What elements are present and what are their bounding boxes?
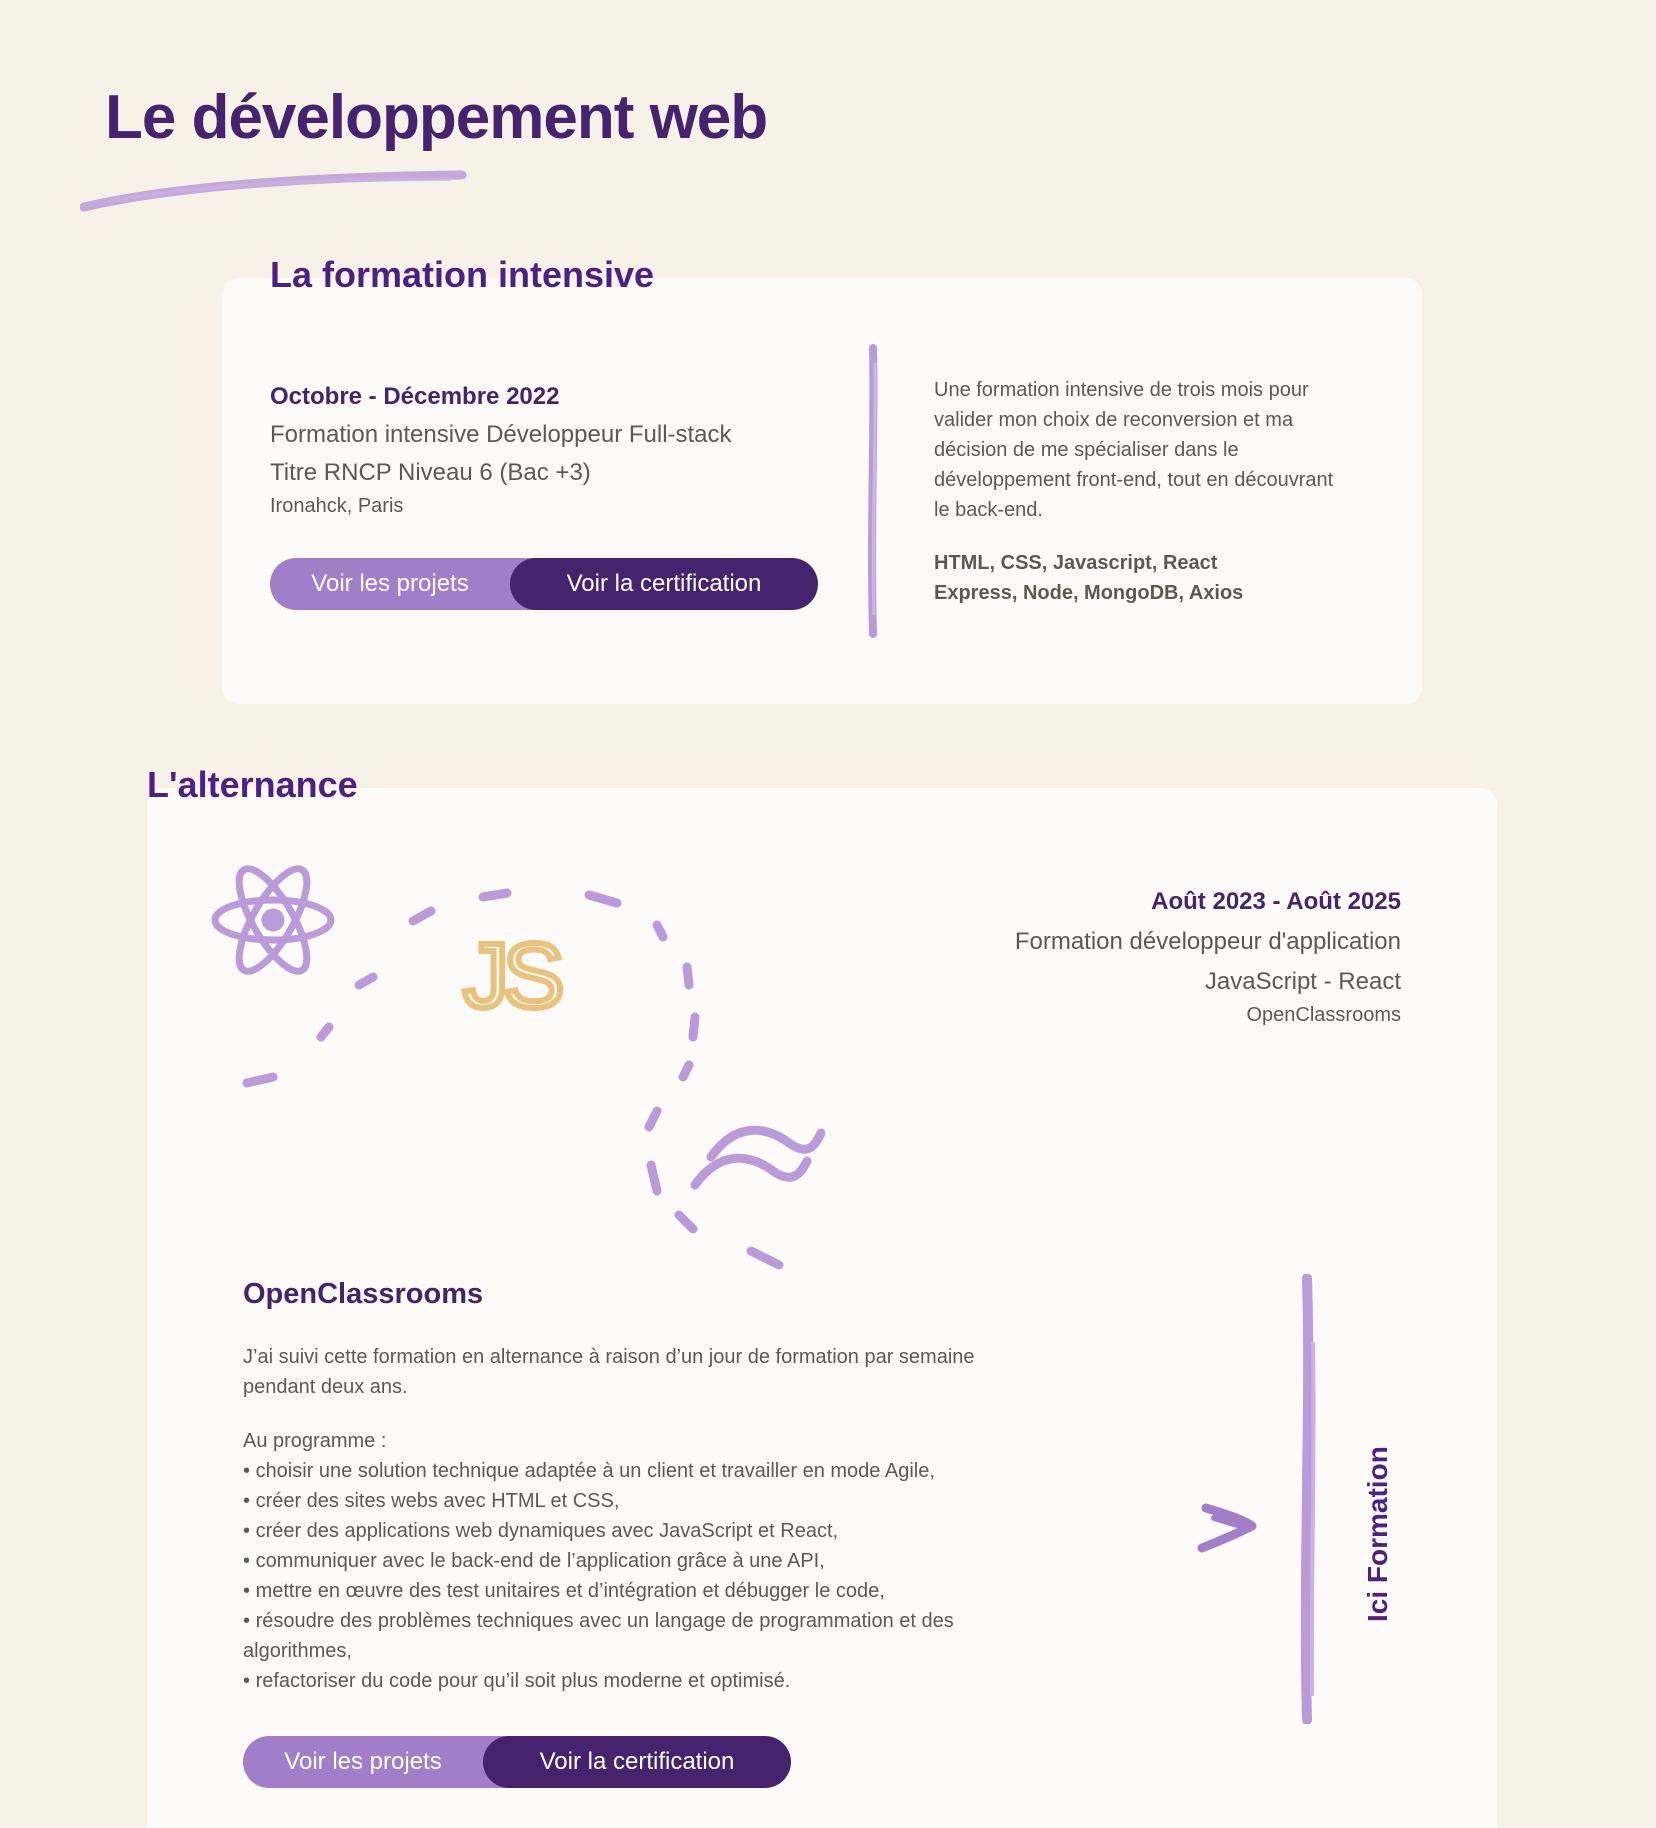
react-icon xyxy=(211,865,335,975)
alternance-description: J’ai suivi cette formation en alternance… xyxy=(243,1346,975,1398)
vertical-divider xyxy=(868,344,878,638)
formation-intensive-info: Octobre - Décembre 2022 Formation intens… xyxy=(270,383,732,518)
organization-title: OpenClassrooms xyxy=(243,1278,484,1310)
formation-period: Octobre - Décembre 2022 xyxy=(270,383,560,410)
tech-stack-line: HTML, CSS, Javascript, React xyxy=(934,552,1218,574)
programme-item: résoudre des problèmes techniques avec u… xyxy=(243,1606,1023,1666)
alternance-buttons: Voir les projets Voir la certification xyxy=(243,1736,791,1788)
programme-item: refactoriser du code pour qu’il soit plu… xyxy=(243,1666,1023,1696)
formation-school: Ironahck, Paris xyxy=(270,495,404,517)
programme: Au programme : choisir une solution tech… xyxy=(243,1426,1023,1696)
alternance-title: L'alternance xyxy=(147,764,358,805)
formation-diploma-name: Formation intensive Développeur Full-sta… xyxy=(270,421,732,448)
arrow-right-icon xyxy=(1197,1503,1257,1553)
formation-description: Une formation intensive de trois mois po… xyxy=(934,379,1334,521)
programme-item: créer des applications web dynamiques av… xyxy=(243,1516,1023,1546)
tech-stack-line: Express, Node, MongoDB, Axios xyxy=(934,582,1244,604)
tech-illustration: JS xyxy=(211,865,825,1270)
alternance-diploma-name: Formation développeur d'application xyxy=(1014,928,1401,955)
view-projects-button[interactable]: Voir les projets xyxy=(243,1736,513,1788)
formation-intensive-title: La formation intensive xyxy=(270,254,655,295)
view-certification-button[interactable]: Voir la certification xyxy=(510,558,818,610)
alternance-info: Août 2023 - Août 2025 Formation développ… xyxy=(1015,888,1401,1027)
alternance-diploma-stack: JavaScript - React xyxy=(1204,968,1401,995)
javascript-icon: JS xyxy=(463,925,561,1027)
page: Le développement web La formation intens… xyxy=(0,0,1656,1828)
programme-list: choisir une solution technique adaptée à… xyxy=(243,1456,1023,1696)
formation-diploma-level: Titre RNCP Niveau 6 (Bac +3) xyxy=(270,459,591,486)
title-underline xyxy=(80,170,467,212)
formation-intensive-buttons: Voir les projets Voir la certification xyxy=(270,558,818,610)
programme-item: communiquer avec le back-end de l’applic… xyxy=(243,1546,1023,1576)
alternance-period: Août 2023 - Août 2025 xyxy=(1151,888,1401,915)
programme-item: mettre en œuvre des test unitaires et d’… xyxy=(243,1576,1023,1606)
ici-formation-link[interactable]: Ici Formation xyxy=(1362,1446,1394,1622)
tailwind-icon xyxy=(690,1125,825,1190)
programme-item: choisir une solution technique adaptée à… xyxy=(243,1456,1023,1486)
page-title: Le développement web xyxy=(105,83,768,152)
programme-item: créer des sites webs avec HTML et CSS, xyxy=(243,1486,1023,1516)
alternance-school: OpenClassrooms xyxy=(1246,1004,1401,1026)
view-projects-button[interactable]: Voir les projets xyxy=(270,558,540,610)
vertical-divider xyxy=(1300,1274,1316,1724)
formation-tech-stack: HTML, CSS, Javascript, React Express, No… xyxy=(934,548,1354,608)
programme-title: Au programme : xyxy=(243,1430,387,1452)
view-certification-button[interactable]: Voir la certification xyxy=(483,1736,791,1788)
